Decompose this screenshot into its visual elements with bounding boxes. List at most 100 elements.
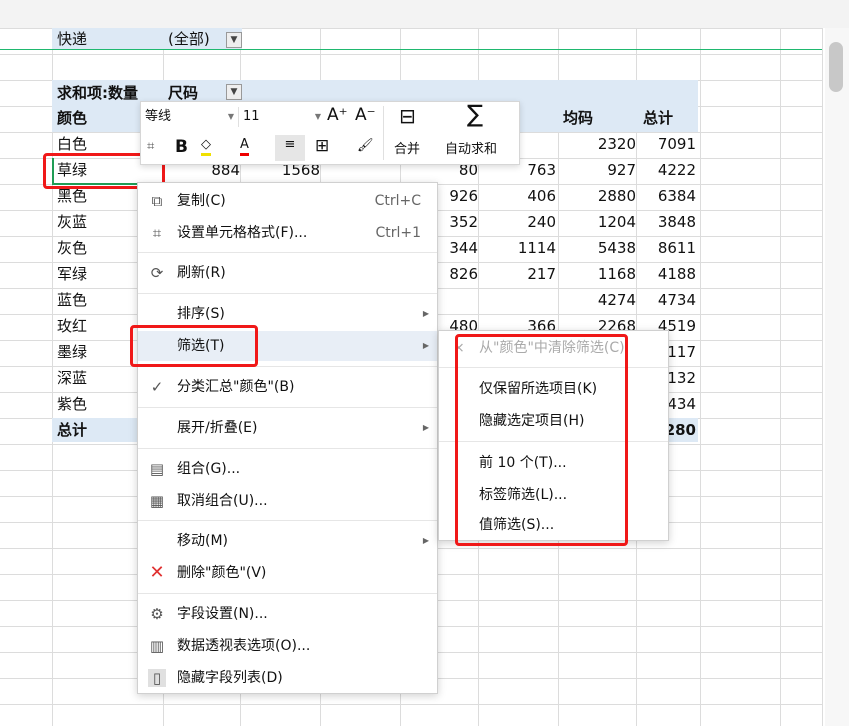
- vertical-scrollbar[interactable]: [825, 28, 849, 726]
- shortcut: Ctrl+C: [374, 193, 421, 209]
- menu-item-copy[interactable]: ⧉ 复制(C) Ctrl+C: [138, 186, 437, 216]
- row-label: 紫色: [57, 395, 88, 413]
- filter-dropdown-icon[interactable]: ▼: [226, 32, 242, 48]
- brush-icon[interactable]: 🖌: [357, 136, 374, 156]
- font-name: 等线: [145, 109, 172, 124]
- menu-item-group[interactable]: ▤ 组合(G)...: [138, 454, 437, 484]
- format-cells-icon: ⌗: [152, 224, 162, 242]
- cell-value: 5438: [597, 239, 636, 257]
- field-list-icon: ▯: [148, 669, 166, 687]
- checkmark-icon: ✓: [150, 378, 164, 396]
- cell-value: 2880: [597, 187, 636, 205]
- cell-value: 4188: [657, 265, 696, 283]
- merge-icon[interactable]: ⊟: [399, 106, 416, 126]
- col-header-avg: 均码: [563, 109, 594, 127]
- refresh-icon: ⟳: [150, 264, 164, 282]
- row-label: 灰蓝: [57, 213, 88, 231]
- submenu-arrow-icon: ▶: [422, 423, 429, 432]
- submenu-arrow-icon: ▶: [422, 341, 429, 350]
- cell-value: 406: [527, 187, 556, 205]
- cell-value: 1168: [597, 265, 636, 283]
- cell-value: 2320: [597, 135, 636, 153]
- row-label: 蓝色: [57, 291, 88, 309]
- align-button[interactable]: ≡: [275, 135, 305, 161]
- font-select[interactable]: 等线 ▼: [145, 107, 239, 127]
- ungroup-icon: ▦: [149, 492, 165, 510]
- cell-value: 4274: [597, 291, 636, 309]
- menu-item-delete[interactable]: ✕ 删除"颜色"(V): [138, 558, 437, 588]
- cell-value: 6384: [657, 187, 696, 205]
- cell-value: 1204: [597, 213, 636, 231]
- copy-icon: ⧉: [151, 192, 163, 210]
- gridline: [780, 28, 781, 726]
- field-settings-icon: ⚙: [150, 605, 164, 623]
- group-icon: ▤: [149, 460, 165, 478]
- delete-x-icon: ✕: [149, 562, 165, 583]
- font-color-button[interactable]: A: [240, 137, 249, 156]
- cell-value: 3848: [657, 213, 696, 231]
- menu-item-hide-field-list[interactable]: ▯ 隐藏字段列表(D): [138, 663, 437, 693]
- gridline: [822, 28, 823, 726]
- font-size-select[interactable]: 11 ▼: [243, 107, 323, 127]
- label: 字段设置(N)...: [177, 606, 268, 622]
- row-header: 颜色: [57, 109, 88, 127]
- bold-button[interactable]: B: [175, 137, 188, 157]
- cell-value: 217: [527, 265, 556, 283]
- label: 复制(C): [177, 193, 226, 209]
- pivot-options-icon: ▥: [149, 637, 165, 655]
- borders-icon[interactable]: ⊞: [315, 136, 329, 156]
- filter-value[interactable]: (全部): [168, 26, 210, 52]
- menu-item-subtotal[interactable]: ✓ 分类汇总"颜色"(B): [138, 372, 437, 402]
- gridline: [700, 28, 701, 726]
- autosum-button[interactable]: 自动求和: [445, 140, 497, 160]
- merge-button[interactable]: 合并: [394, 140, 420, 160]
- row-label: 灰色: [57, 239, 88, 257]
- label: 移动(M): [177, 533, 229, 549]
- highlight-box-filter: [130, 325, 258, 367]
- row-label: 军绿: [57, 265, 88, 283]
- submenu-arrow-icon: ▶: [422, 309, 429, 318]
- menu-item-pivot-options[interactable]: ▥ 数据透视表选项(O)...: [138, 631, 437, 661]
- menu-item-ungroup[interactable]: ▦ 取消组合(U)...: [138, 486, 437, 516]
- menu-item-format-cells[interactable]: ⌗ 设置单元格格式(F)... Ctrl+1: [138, 218, 437, 248]
- row-label: 玫红: [57, 317, 88, 335]
- cell-value: 927: [607, 161, 636, 179]
- label: 数据透视表选项(O)...: [177, 638, 311, 654]
- context-menu: ⧉ 复制(C) Ctrl+C ⌗ 设置单元格格式(F)... Ctrl+1 ⟳ 刷新(R)…: [137, 182, 438, 694]
- gridline: [52, 28, 53, 726]
- label: 分类汇总"颜色"(B): [177, 379, 295, 395]
- label: 删除"颜色"(V): [177, 565, 267, 581]
- cell-value: 4222: [657, 161, 696, 179]
- format-painter-small-icon[interactable]: ⌗: [147, 137, 154, 157]
- shrink-font-button[interactable]: A⁻: [355, 105, 376, 125]
- top-bar: [0, 0, 849, 28]
- menu-item-expand-collapse[interactable]: 展开/折叠(E) ▶: [138, 413, 437, 443]
- label: 取消组合(U)...: [177, 493, 268, 509]
- cell-value: 240: [527, 213, 556, 231]
- label: 设置单元格格式(F)...: [177, 225, 308, 241]
- row-label: 深蓝: [57, 369, 88, 387]
- sigma-icon[interactable]: ∑: [467, 102, 483, 126]
- cell-value: 4734: [657, 291, 696, 309]
- cell-value: 8611: [657, 239, 696, 257]
- label: 刷新(R): [177, 265, 226, 281]
- grow-font-button[interactable]: A⁺: [327, 105, 348, 125]
- highlight-box-submenu: [455, 334, 628, 546]
- submenu-arrow-icon: ▶: [422, 536, 429, 545]
- scrollbar-thumb[interactable]: [829, 42, 843, 92]
- col-header-total: 总计: [643, 109, 674, 127]
- fill-color-icon[interactable]: ◇: [201, 137, 211, 156]
- col-field-dropdown-icon[interactable]: ▼: [226, 84, 242, 100]
- font-size: 11: [243, 109, 260, 124]
- menu-item-move[interactable]: 移动(M) ▶: [138, 526, 437, 556]
- filter-label: 快递: [57, 30, 88, 48]
- value-label: 求和项:数量: [57, 84, 138, 102]
- shortcut: Ctrl+1: [375, 225, 421, 241]
- menu-item-field-settings[interactable]: ⚙ 字段设置(N)...: [138, 599, 437, 629]
- cell-value: 7091: [657, 135, 696, 153]
- mini-toolbar: 等线 ▼ 11 ▼ A⁺ A⁻ ⌗ B ◇ A ≡ ⊞ 🖌 ⊟ 合并 ∑ 自动求和: [140, 101, 520, 165]
- total-label: 总计: [57, 421, 88, 439]
- freeze-line: [0, 49, 822, 50]
- label: 展开/折叠(E): [177, 420, 258, 436]
- menu-item-refresh[interactable]: ⟳ 刷新(R): [138, 258, 437, 288]
